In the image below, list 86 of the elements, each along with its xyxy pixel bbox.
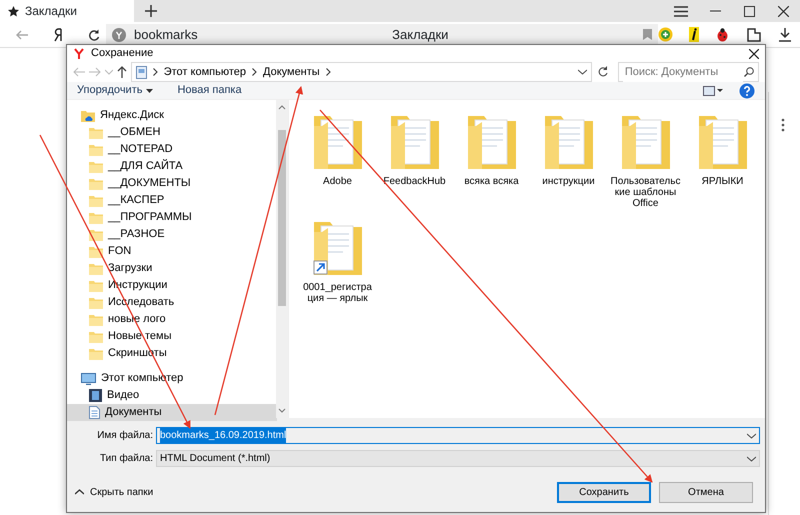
filename-field[interactable]: bookmarks_16.09.2019.html bbox=[156, 427, 760, 444]
file-item[interactable]: FeedbackHub bbox=[376, 110, 453, 216]
plus-circle-icon[interactable] bbox=[658, 27, 673, 42]
chevron-right-icon[interactable] bbox=[326, 68, 331, 76]
file-item[interactable]: ЯРЛЫКИ bbox=[684, 110, 761, 216]
browser-tab[interactable]: Закладки bbox=[0, 0, 134, 22]
breadcrumb-item[interactable]: Документы bbox=[263, 64, 320, 81]
page-title: Закладки bbox=[392, 26, 448, 44]
folder-icon bbox=[89, 296, 103, 308]
computer-icon bbox=[136, 66, 147, 79]
up-arrow-icon[interactable] bbox=[116, 66, 127, 78]
file-item[interactable]: инструкции bbox=[530, 110, 607, 216]
refresh-icon[interactable] bbox=[596, 65, 610, 80]
nav-item[interactable]: __ОБМЕН bbox=[67, 124, 277, 141]
caret-icon bbox=[146, 88, 154, 93]
search-field[interactable]: Поиск: Документы bbox=[618, 62, 759, 82]
site-icon bbox=[112, 28, 126, 42]
minimize-icon bbox=[710, 10, 720, 12]
folder-icon bbox=[89, 144, 103, 156]
new-folder-button[interactable]: Новая папка bbox=[177, 82, 242, 99]
nav-item[interactable]: __ПРОГРАММЫ bbox=[67, 209, 277, 226]
chevron-icon[interactable] bbox=[578, 69, 587, 76]
yandex-logo-icon[interactable] bbox=[52, 28, 64, 42]
view-options-icon[interactable] bbox=[703, 86, 723, 96]
nav-item[interactable]: __РАЗНОЕ bbox=[67, 226, 277, 243]
folder-icon bbox=[89, 330, 103, 342]
folder-icon bbox=[89, 194, 103, 206]
organize-button[interactable]: Упорядочить bbox=[77, 82, 154, 99]
address-text: bookmarks bbox=[134, 26, 198, 44]
folder-icon bbox=[89, 280, 103, 292]
nav-item[interactable]: Яндекс.Диск bbox=[67, 107, 277, 124]
chevron-right-icon[interactable] bbox=[152, 68, 158, 76]
chevron-right-icon[interactable] bbox=[252, 68, 257, 76]
hide-folders-button[interactable]: Скрыть папки bbox=[75, 484, 154, 500]
breadcrumb-bar[interactable]: Этот компьютер Документы bbox=[130, 62, 592, 82]
maximize-icon bbox=[744, 6, 754, 16]
computer-icon bbox=[81, 372, 96, 384]
filetype-dropdown[interactable]: HTML Document (*.html) bbox=[156, 450, 760, 467]
filename-label: Имя файла: bbox=[96, 429, 153, 443]
download-icon[interactable] bbox=[778, 28, 792, 42]
nav-item[interactable]: __ДОКУМЕНТЫ bbox=[67, 175, 277, 192]
folder-icon bbox=[89, 160, 103, 172]
folder-icon bbox=[89, 178, 103, 190]
letter-i-icon[interactable] bbox=[689, 27, 699, 42]
menu-icon bbox=[674, 6, 688, 16]
close-icon bbox=[778, 6, 788, 16]
nav-item[interactable]: Новые темы bbox=[67, 328, 277, 345]
address-bar[interactable]: bookmarks Закладки bbox=[106, 24, 658, 46]
folder-icon bbox=[89, 262, 103, 274]
folder-icon bbox=[89, 348, 103, 360]
more-options-icon[interactable] bbox=[781, 118, 785, 132]
chevron-up-icon bbox=[75, 489, 84, 495]
nav-item[interactable]: __NOTEPAD bbox=[67, 141, 277, 158]
tab-title: Закладки bbox=[25, 3, 77, 20]
chevron-icon bbox=[747, 456, 756, 462]
help-icon[interactable] bbox=[739, 82, 755, 99]
cancel-button[interactable]: Отмена bbox=[659, 482, 753, 502]
yandex-logo-icon bbox=[73, 48, 85, 60]
plus-icon bbox=[145, 5, 157, 17]
reload-icon[interactable] bbox=[88, 28, 100, 40]
file-item[interactable]: всяка всяка bbox=[453, 110, 530, 216]
breadcrumb-item[interactable]: Этот компьютер bbox=[164, 64, 246, 81]
file-item[interactable]: Пользовательские шаблоны Office bbox=[607, 110, 684, 216]
nav-item[interactable]: Загрузки bbox=[67, 260, 277, 277]
film-icon bbox=[89, 389, 102, 402]
filetype-label: Тип файла: bbox=[99, 452, 153, 466]
folder-icon bbox=[89, 314, 103, 326]
search-icon bbox=[744, 67, 754, 78]
nav-item[interactable]: __ДЛЯ САЙТА bbox=[67, 158, 277, 175]
file-item[interactable]: 0001_регистрация — ярлык bbox=[299, 216, 376, 322]
nav-item[interactable]: Документы bbox=[67, 404, 277, 421]
folder-icon bbox=[89, 126, 103, 138]
close-icon[interactable] bbox=[749, 48, 759, 59]
ladybug-icon[interactable] bbox=[715, 27, 730, 42]
nav-item[interactable]: FON bbox=[67, 243, 277, 260]
folder-icon bbox=[89, 212, 103, 224]
cloud-folder-icon bbox=[81, 110, 95, 122]
star-icon bbox=[8, 6, 19, 16]
nav-item[interactable]: __КАСПЕР bbox=[67, 192, 277, 209]
save-button[interactable]: Сохранить bbox=[557, 482, 651, 502]
chevron-icon[interactable] bbox=[747, 432, 756, 438]
extension-icon[interactable] bbox=[746, 26, 762, 42]
document-icon bbox=[89, 406, 100, 419]
file-item[interactable]: Adobe bbox=[299, 110, 376, 216]
dialog-title: Сохранение bbox=[91, 46, 154, 62]
nav-item[interactable]: Видео bbox=[67, 387, 277, 404]
